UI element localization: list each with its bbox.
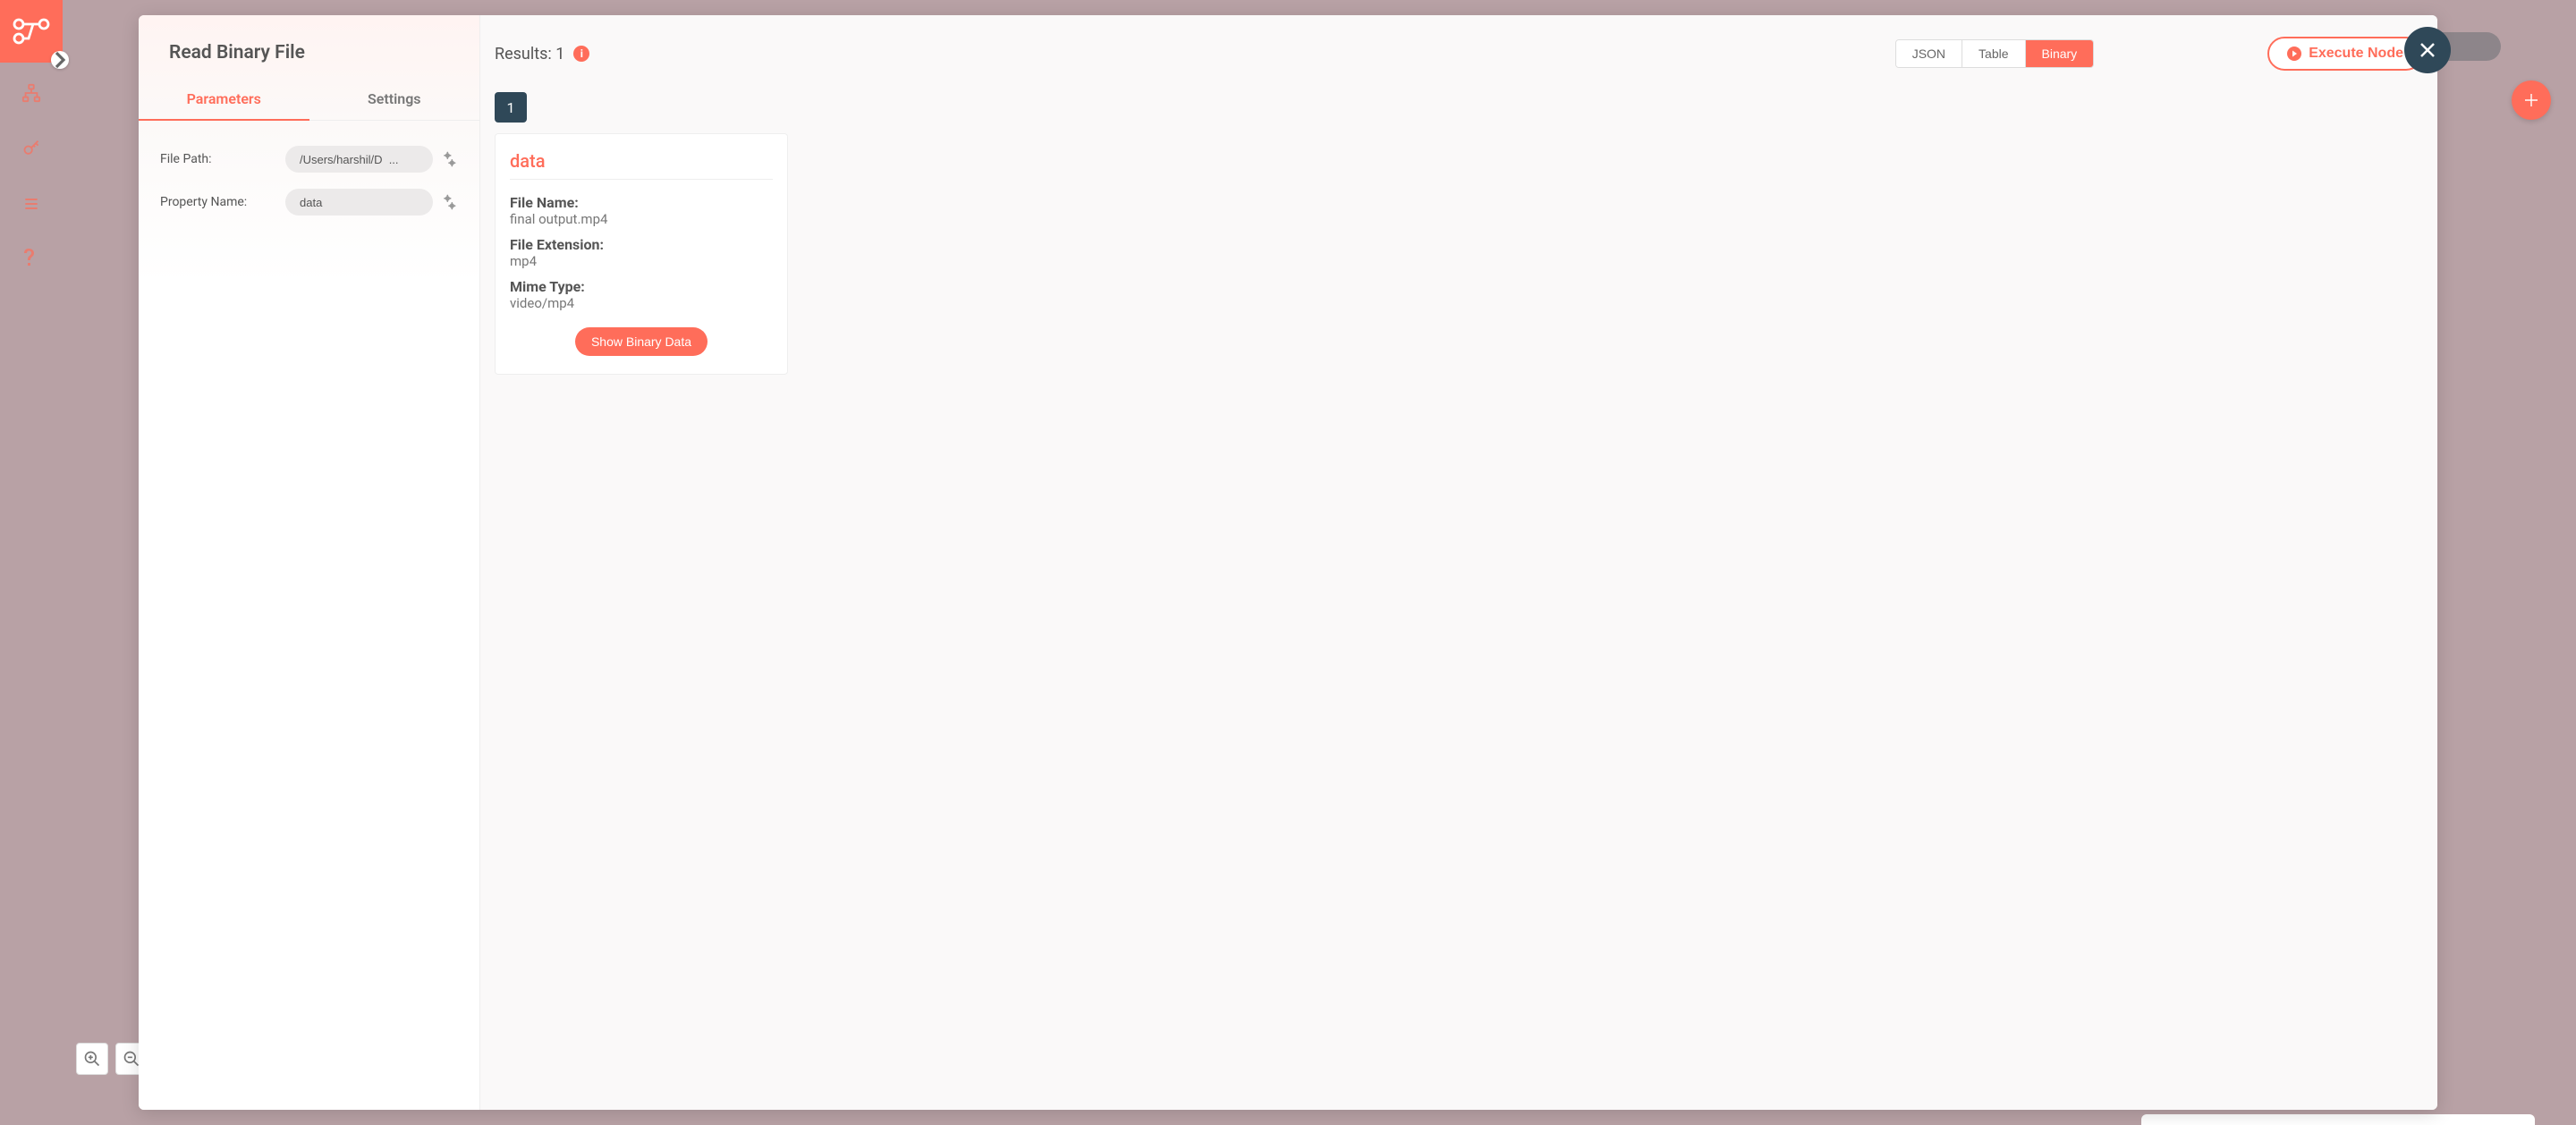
- binary-result-card: data File Name: final output.mp4 File Ex…: [495, 133, 788, 375]
- zoom-in-button[interactable]: [76, 1043, 108, 1075]
- results-count-text: Results: 1: [495, 45, 564, 63]
- credentials-icon[interactable]: [21, 138, 42, 159]
- node-title: Read Binary File: [139, 15, 479, 80]
- field-file-name: File Name: final output.mp4: [510, 194, 773, 227]
- bottom-panel-peek: [2141, 1114, 2535, 1125]
- mime-label: Mime Type:: [510, 278, 773, 295]
- file-ext-value: mp4: [510, 253, 773, 269]
- results-header: Results: 1 i JSON Table Binary Execute N…: [480, 15, 2437, 71]
- config-tabs: Parameters Settings: [139, 80, 479, 121]
- tab-parameters[interactable]: Parameters: [139, 80, 309, 120]
- expand-sidebar-icon[interactable]: [51, 51, 69, 69]
- canvas-zoom-controls: [76, 1043, 148, 1075]
- gear-icon[interactable]: [440, 193, 458, 211]
- file-path-input[interactable]: [285, 146, 433, 173]
- execute-node-button[interactable]: Execute Node: [2267, 37, 2423, 71]
- app-logo[interactable]: [0, 0, 63, 63]
- node-config-modal: Read Binary File Parameters Settings Fil…: [139, 15, 2437, 1110]
- view-table-button[interactable]: Table: [1962, 40, 2024, 67]
- file-name-label: File Name:: [510, 194, 773, 211]
- param-property-name: Property Name:: [160, 189, 458, 216]
- sidebar: [0, 0, 63, 1125]
- add-node-button[interactable]: [2512, 80, 2551, 120]
- gear-icon[interactable]: [440, 150, 458, 168]
- file-ext-label: File Extension:: [510, 236, 773, 253]
- close-icon: [2417, 39, 2438, 61]
- workflows-icon[interactable]: [21, 82, 42, 104]
- param-label-property-name: Property Name:: [160, 195, 278, 209]
- result-index-chip[interactable]: 1: [495, 92, 527, 123]
- field-mime-type: Mime Type: video/mp4: [510, 278, 773, 311]
- info-icon[interactable]: i: [573, 46, 589, 62]
- help-icon[interactable]: [21, 249, 42, 270]
- results-pane: Results: 1 i JSON Table Binary Execute N…: [480, 15, 2437, 1110]
- play-icon: [2287, 47, 2301, 61]
- param-label-file-path: File Path:: [160, 152, 278, 166]
- property-name-input[interactable]: [285, 189, 433, 216]
- config-left-pane: Read Binary File Parameters Settings Fil…: [139, 15, 480, 1110]
- view-binary-button[interactable]: Binary: [2025, 40, 2094, 67]
- view-mode-toggle: JSON Table Binary: [1895, 39, 2095, 68]
- view-json-button[interactable]: JSON: [1896, 40, 1962, 67]
- executions-icon[interactable]: [21, 193, 42, 215]
- show-binary-data-button[interactable]: Show Binary Data: [575, 327, 708, 356]
- file-name-value: final output.mp4: [510, 211, 773, 227]
- mime-value: video/mp4: [510, 295, 773, 311]
- binary-property-title: data: [510, 150, 773, 180]
- results-count-label: Results: 1 i: [495, 45, 589, 63]
- tab-settings[interactable]: Settings: [309, 80, 480, 120]
- execute-label: Execute Node: [2309, 46, 2403, 62]
- close-modal-button[interactable]: [2404, 27, 2451, 73]
- field-file-extension: File Extension: mp4: [510, 236, 773, 269]
- sidebar-nav: [21, 82, 42, 270]
- parameters-body: File Path: Property Name:: [139, 121, 479, 241]
- param-file-path: File Path:: [160, 146, 458, 173]
